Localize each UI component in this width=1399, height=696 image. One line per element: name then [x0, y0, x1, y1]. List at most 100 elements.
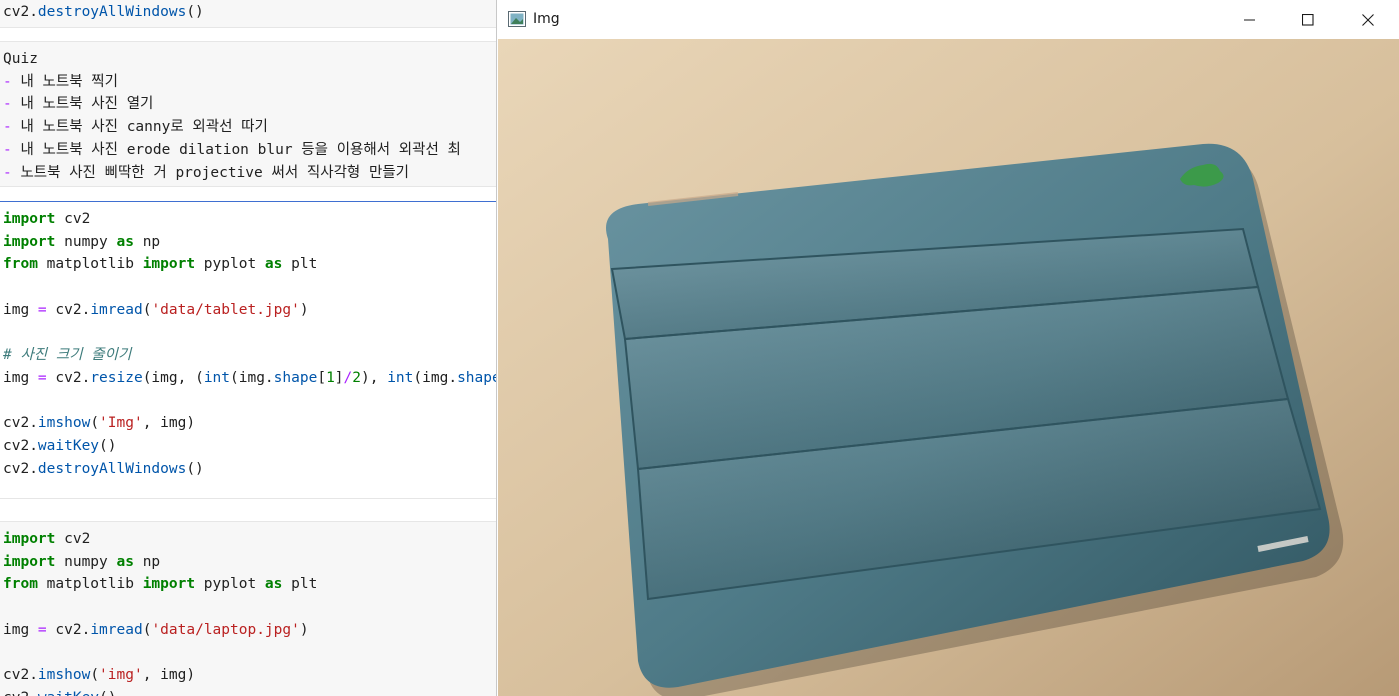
code-token: , img) — [142, 667, 196, 684]
code-token: () — [99, 690, 116, 696]
code-token: cv2. — [3, 4, 38, 20]
code-token: img — [3, 369, 38, 386]
code-token: numpy — [55, 233, 117, 250]
code-token: imshow — [37, 415, 91, 432]
code-token: = — [37, 621, 47, 638]
code-line: from matplotlib import pyplot as plt — [3, 573, 317, 595]
code-line: - 내 노트북 사진 열기 — [3, 93, 153, 115]
code-token: ) — [299, 621, 309, 638]
code-token: (img. — [413, 369, 458, 386]
code-token: img — [3, 301, 38, 318]
code-token: waitKey — [37, 438, 100, 454]
tablet-photo — [498, 39, 1399, 696]
code-line: - 내 노트북 사진 erode dilation blur 등을 이용해서 외… — [3, 139, 461, 161]
code-token: - — [3, 164, 21, 181]
code-line: Quiz — [3, 48, 38, 70]
code-token: ), — [361, 369, 388, 386]
code-token: img — [3, 621, 38, 638]
code-token: () — [186, 4, 204, 20]
code-token: ] — [334, 369, 344, 386]
code-token: destroyAllWindows — [37, 460, 187, 477]
code-token: (img, ( — [142, 369, 204, 386]
code-line: from matplotlib import pyplot as plt — [3, 253, 317, 275]
code-token: shape — [457, 369, 501, 386]
code-token: import — [3, 531, 56, 547]
code-line: import cv2 — [3, 208, 90, 230]
code-line: import numpy as np — [3, 231, 160, 253]
code-line: img = cv2.resize(img, (int(img.shape[1]/… — [3, 367, 571, 389]
code-token: resize — [90, 369, 143, 386]
maximize-button[interactable] — [1279, 0, 1337, 39]
code-line: cv2.destroyAllWindows() — [3, 1, 204, 23]
code-line: # 사진 크기 줄이기 — [3, 344, 131, 366]
code-line: cv2.imshow('Img', img) — [3, 412, 195, 434]
code-line: cv2.destroyAllWindows() — [3, 458, 204, 480]
code-token: # 사진 크기 줄이기 — [3, 347, 132, 364]
image-app-icon — [508, 11, 526, 27]
code-line: cv2.waitKey() — [3, 687, 117, 696]
code-token: cv2 — [55, 531, 91, 547]
code-token: int — [387, 369, 414, 386]
code-token: imread — [90, 621, 143, 638]
code-token: () — [186, 460, 204, 477]
code-line: import numpy as np — [3, 551, 160, 573]
code-token: cv2. — [3, 460, 38, 477]
window-title: Img — [533, 11, 560, 27]
code-token: imshow — [37, 667, 91, 684]
code-token: cv2 — [55, 211, 91, 227]
code-token: 1 — [326, 369, 335, 386]
code-token: pyplot — [195, 576, 265, 593]
code-token: cv2. — [46, 369, 91, 386]
code-token: shape — [273, 369, 318, 386]
code-token: as — [264, 576, 283, 593]
code-token: ) — [299, 301, 309, 318]
code-token: import — [3, 233, 56, 250]
minimize-icon — [1244, 19, 1255, 20]
code-token: as — [116, 553, 134, 570]
code-token: ( — [90, 667, 100, 684]
code-token: 'data/tablet.jpg' — [151, 301, 300, 318]
code-token: 노트북 사진 삐딱한 거 projective 써서 직사각형 만들기 — [20, 164, 409, 181]
code-token: - — [3, 119, 21, 136]
code-token: () — [99, 438, 117, 454]
code-token: destroyAllWindows — [37, 4, 187, 20]
code-token: from — [3, 576, 38, 593]
code-token: import — [142, 576, 196, 593]
code-token: = — [37, 301, 47, 318]
code-token: cv2. — [3, 438, 38, 454]
opencv-image-window[interactable]: Img — [496, 0, 1399, 696]
code-token: int — [203, 369, 231, 386]
code-token: import — [142, 256, 196, 273]
close-button[interactable] — [1339, 0, 1397, 39]
code-token: cv2. — [46, 301, 91, 318]
code-line: import cv2 — [3, 528, 90, 550]
code-token: 내 노트북 찍기 — [20, 73, 118, 90]
code-token: cv2. — [46, 621, 91, 638]
minimize-button[interactable] — [1221, 0, 1279, 39]
code-token: import — [3, 211, 56, 227]
code-token: cv2. — [3, 415, 38, 432]
code-token: plt — [282, 576, 318, 593]
code-token: np — [133, 233, 161, 250]
window-titlebar[interactable]: Img — [497, 0, 1399, 39]
code-line: - 노트북 사진 삐딱한 거 projective 써서 직사각형 만들기 — [3, 162, 409, 184]
code-token: numpy — [55, 553, 117, 570]
code-line: cv2.imshow('img', img) — [3, 664, 195, 686]
code-line: img = cv2.imread('data/tablet.jpg') — [3, 299, 309, 321]
code-token: as — [116, 233, 134, 250]
code-token: Quiz — [3, 51, 38, 67]
code-line: img = cv2.imread('data/laptop.jpg') — [3, 619, 309, 641]
code-token: 'img' — [99, 667, 143, 684]
code-token: 2 — [352, 369, 361, 386]
code-token: from — [3, 256, 38, 273]
code-token: as — [264, 256, 283, 273]
code-token: - — [3, 141, 21, 158]
code-line: - 내 노트북 사진 canny로 외곽선 따기 — [3, 116, 268, 138]
code-token: cv2. — [3, 667, 38, 684]
code-token: cv2. — [3, 690, 38, 696]
code-token: plt — [282, 256, 318, 273]
code-line: cv2.waitKey() — [3, 435, 117, 457]
code-line: - 내 노트북 찍기 — [3, 71, 118, 93]
code-token: 내 노트북 사진 열기 — [20, 96, 154, 113]
code-token: waitKey — [38, 690, 99, 696]
